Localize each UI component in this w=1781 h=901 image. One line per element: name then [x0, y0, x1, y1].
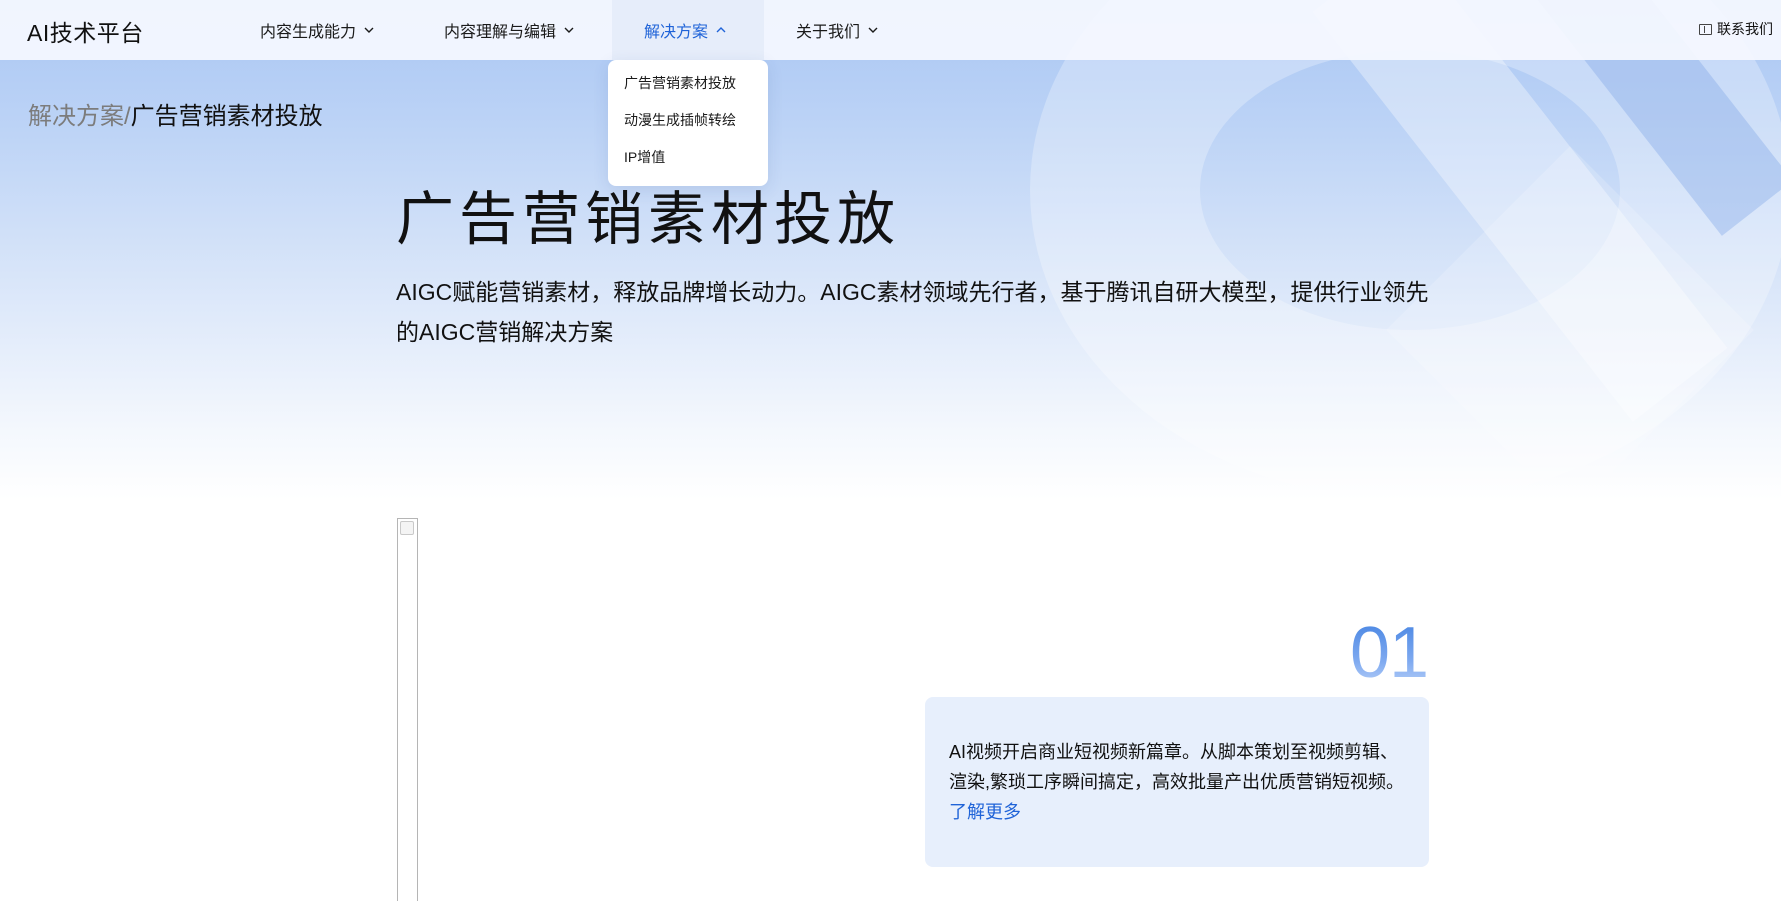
chevron-down-icon: [868, 27, 878, 33]
top-navigation: AI技术平台 内容生成能力 内容理解与编辑 解决方案 关于我们 联系我们: [0, 0, 1781, 60]
chevron-down-icon: [564, 27, 574, 33]
page-description: AIGC赋能营销素材，释放品牌增长动力。AIGC素材领域先行者，基于腾讯自研大模…: [396, 279, 1429, 345]
breadcrumb-parent-link[interactable]: 解决方案: [28, 103, 124, 130]
nav-item-label: 内容理解与编辑: [444, 24, 557, 41]
nav-item-content-generation[interactable]: 内容生成能力: [260, 0, 374, 60]
step-number: 01: [1350, 613, 1429, 693]
nav-item-label: 内容生成能力: [260, 24, 357, 41]
feature-text: AI视频开启商业短视频新篇章。从脚本策划至视频剪辑、渲染,繁琐工序瞬间搞定，高效…: [949, 742, 1404, 792]
nav-item-label: 解决方案: [644, 24, 709, 41]
learn-more-link[interactable]: 了解更多: [949, 802, 1021, 822]
page-title: 广告营销素材投放: [396, 187, 901, 252]
feature-card: AI视频开启商业短视频新篇章。从脚本策划至视频剪辑、渲染,繁琐工序瞬间搞定，高效…: [925, 697, 1429, 867]
nav-item-solutions[interactable]: 解决方案: [612, 0, 764, 60]
broken-image-icon: [400, 521, 414, 535]
contact-us-label: 联系我们: [1717, 21, 1773, 37]
site-logo[interactable]: AI技术平台: [27, 14, 144, 48]
nav-item-content-understanding[interactable]: 内容理解与编辑: [444, 0, 574, 60]
nav-item-label: 关于我们: [796, 24, 861, 41]
dropdown-item-anime-frame[interactable]: 动漫生成插帧转绘: [608, 107, 768, 144]
chevron-up-icon: [716, 27, 726, 33]
breadcrumb: 解决方案/广告营销素材投放: [28, 96, 323, 131]
breadcrumb-current: 广告营销素材投放: [130, 103, 323, 130]
book-icon: [1699, 23, 1712, 35]
dropdown-item-ad-marketing[interactable]: 广告营销素材投放: [608, 70, 768, 107]
chevron-down-icon: [364, 27, 374, 33]
breadcrumb-separator: /: [124, 103, 131, 130]
broken-image-placeholder: [397, 518, 418, 901]
nav-item-about-us[interactable]: 关于我们: [796, 0, 878, 60]
solutions-dropdown-menu: 广告营销素材投放 动漫生成插帧转绘 IP增值: [608, 60, 768, 186]
contact-us-link[interactable]: 联系我们: [1699, 19, 1773, 39]
